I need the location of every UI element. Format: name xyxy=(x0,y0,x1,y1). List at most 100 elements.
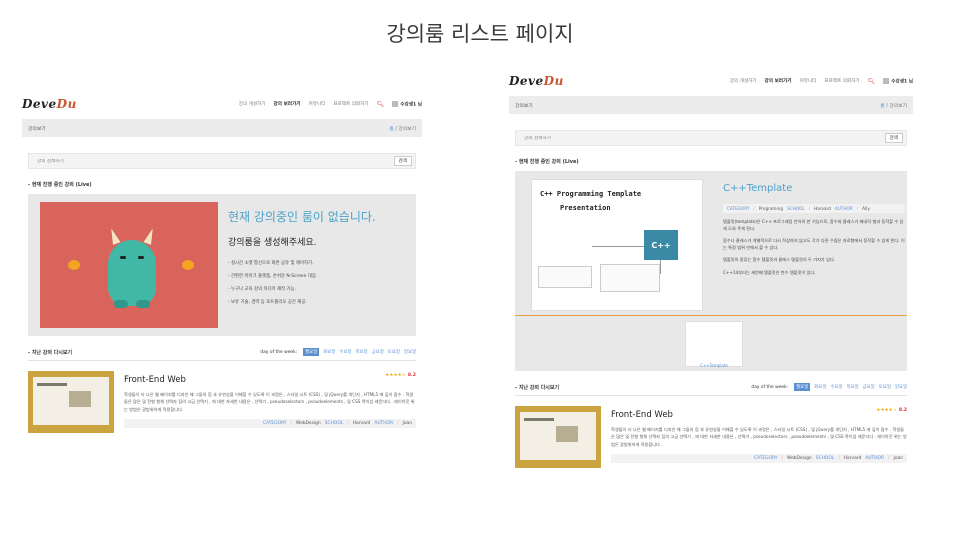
course-search: 검색 xyxy=(28,153,416,169)
nav-item-open-course[interactable]: 강의 개설하기 xyxy=(730,78,757,84)
day-tab-mon[interactable]: 월요일 xyxy=(303,348,320,356)
day-tab-thu[interactable]: 목요일 xyxy=(356,349,368,355)
course-meta: CATEGORY / WebDesign SCHOOL / Harvard AUTHOR… xyxy=(124,419,416,429)
day-tab-sat[interactable]: 토요일 xyxy=(388,349,400,355)
feature-item: - 실시간 소켓 통신으로 화면 공유 및 제어하기. xyxy=(228,261,314,266)
day-tab-thu[interactable]: 목요일 xyxy=(847,384,859,390)
day-tab-sat[interactable]: 토요일 xyxy=(879,384,891,390)
day-tab-wed[interactable]: 수요일 xyxy=(830,384,842,390)
bee-left-icon xyxy=(68,260,80,270)
user-icon xyxy=(883,77,890,84)
live-panel: 현재 강의중인 룸이 없습니다. 강의룸을 생성해주세요. - 실시간 소켓 통… xyxy=(28,194,416,336)
meta-school-key: SCHOOL xyxy=(787,206,805,211)
feature-item: - 누구나 교육 강의 미디어 제작 가능. xyxy=(228,287,296,292)
foot-left-icon xyxy=(114,300,128,308)
meta-category-value: WebDesign xyxy=(786,456,812,462)
search-button[interactable]: 검색 xyxy=(393,156,412,166)
live-course-title[interactable]: C++Template xyxy=(723,183,905,194)
day-tab-mon[interactable]: 월요일 xyxy=(794,383,811,391)
user-menu[interactable]: 수강생1 님 xyxy=(883,77,913,84)
live-section-heading: - 현재 진행 중인 강의 (Live) xyxy=(515,159,579,165)
day-tab-fri[interactable]: 금요일 xyxy=(372,349,384,355)
course-info: Front-End Web ★★★★☆ 8.2 학생들이 더 나은 웹 페이지를 … xyxy=(124,371,416,433)
meta-author-value: Joan xyxy=(402,421,412,427)
eye-right-icon xyxy=(138,256,144,259)
horn-left-icon xyxy=(107,227,121,245)
breadcrumb-sep: / xyxy=(395,126,397,132)
logo-part-a: Deve xyxy=(509,74,544,88)
search-icon[interactable]: 🔍︎ xyxy=(377,101,385,108)
page-title: 강의보기 xyxy=(28,126,46,132)
course-thumbnail[interactable] xyxy=(515,406,601,468)
course-thumbnail[interactable] xyxy=(28,371,114,433)
day-filter-label: day of the week: xyxy=(260,349,298,355)
meta-author-key: AUTHOR xyxy=(834,206,853,211)
monster-illustration xyxy=(40,202,218,328)
past-section-header: - 지난 강의 다시보기 day of the week: 월요일 화요일 수요… xyxy=(28,348,416,361)
course-description: 학생들이 더 나은 웹 페이지를 디자인 해 그들의 힘 과 유연성을 이해할 … xyxy=(611,427,907,447)
star-icon: ★★★★☆ xyxy=(876,408,897,413)
user-menu[interactable]: 수강생1 님 xyxy=(392,100,422,107)
breadcrumb-home[interactable]: 홈 xyxy=(880,104,884,109)
nav-item-watch-course[interactable]: 강의 보러가기 xyxy=(274,101,301,107)
logo-part-b: Du xyxy=(543,74,564,88)
nav-item-watch-course[interactable]: 강의 보러가기 xyxy=(765,78,792,84)
site-logo[interactable]: DeveDu xyxy=(22,97,77,111)
live-course-paragraph: 템플릿의 종류는 함수 템플릿과 클래스 템플릿의 두 가지가 있다. xyxy=(723,257,836,263)
meta-category-value: Programing xyxy=(758,206,783,211)
course-card[interactable]: Front-End Web ★★★★☆ 8.2 학생들이 더 나은 웹 페이지를 … xyxy=(515,406,907,468)
breadcrumb-home[interactable]: 홈 xyxy=(389,127,393,132)
feature-item: - 보유 기술, 경력 등 포트폴리오 공간 제공. xyxy=(228,300,307,305)
nav-item-project-request[interactable]: 프로젝트 의뢰하기 xyxy=(333,101,368,107)
day-tab-tue[interactable]: 화요일 xyxy=(323,349,335,355)
live-empty-text: 현재 강의중인 룸이 없습니다. 강의룸을 생성해주세요. - 실시간 소켓 통… xyxy=(228,208,376,336)
nav-item-project-request[interactable]: 프로젝트 의뢰하기 xyxy=(824,78,859,84)
top-nav: DeveDu 강의 개설하기 강의 보러가기 커뮤니티 프로젝트 의뢰하기 🔍︎… xyxy=(22,93,422,115)
meta-school-value: Harvard xyxy=(843,456,862,462)
feature-item: - 간편한 마이크 플랫폼, 손쉬운 N-Screen 대응. xyxy=(228,274,318,279)
mockup-live-course: DeveDu 강의 개설하기 강의 보러가기 커뮤니티 프로젝트 의뢰하기 🔍︎… xyxy=(509,70,913,490)
search-button[interactable]: 검색 xyxy=(884,133,903,143)
day-filter-label: day of the week: xyxy=(751,384,789,390)
breadcrumb-current: 강의보기 xyxy=(889,103,907,109)
meta-category-key: CATEGORY xyxy=(727,206,750,211)
cpp-slide-preview[interactable]: C++ Programming Template Presentation C+… xyxy=(531,179,703,311)
meta-school-key: SCHOOL xyxy=(815,456,835,462)
cpp-cube-icon: C++ xyxy=(644,230,678,260)
meta-author-value: Ally xyxy=(862,206,870,211)
star-icon: ★★★★☆ xyxy=(385,373,406,378)
day-tab-sun[interactable]: 일요일 xyxy=(895,384,907,390)
course-meta: CATEGORY / WebDesign SCHOOL / Harvard AUTHOR… xyxy=(611,454,907,464)
day-tab-sun[interactable]: 일요일 xyxy=(404,349,416,355)
slide-title-line1: C++ Programming Template xyxy=(540,190,642,198)
course-title[interactable]: Front-End Web xyxy=(124,375,416,385)
site-logo[interactable]: DeveDu xyxy=(509,74,564,88)
live-section-heading: - 현재 진행 중인 강의 (Live) xyxy=(28,182,92,188)
day-tab-wed[interactable]: 수요일 xyxy=(339,349,351,355)
nav-menu: 강의 개설하기 강의 보러가기 커뮤니티 프로젝트 의뢰하기 🔍︎ 수강생1 님 xyxy=(239,101,422,108)
past-section-heading: - 지난 강의 다시보기 xyxy=(28,349,73,356)
monster-icon xyxy=(108,240,156,308)
search-input[interactable] xyxy=(37,158,337,164)
nav-item-community[interactable]: 커뮤니티 xyxy=(308,101,325,107)
cpp-mini-thumbnail[interactable] xyxy=(685,321,743,367)
page-title: 강의보기 xyxy=(515,103,533,109)
meta-school-key: SCHOOL xyxy=(324,421,344,427)
rating-score: 8.2 xyxy=(407,373,416,378)
course-title[interactable]: Front-End Web xyxy=(611,410,907,420)
course-rating: ★★★★☆ 8.2 xyxy=(385,373,416,378)
live-course-info: C++Template CATEGORY / Programing SCHOOL / H… xyxy=(723,183,905,277)
live-empty-subtitle: 강의룸을 생성해주세요. xyxy=(228,238,317,248)
search-input[interactable] xyxy=(524,135,824,141)
breadcrumb-bar: 강의보기 홈 / 강의보기 xyxy=(509,96,913,114)
day-filter: day of the week: 월요일 화요일 수요일 목요일 금요일 토요일… xyxy=(260,348,416,356)
nav-item-community[interactable]: 커뮤니티 xyxy=(799,78,816,84)
day-tab-fri[interactable]: 금요일 xyxy=(863,384,875,390)
mini-thumbnail-caption: C++Template xyxy=(700,363,728,368)
meta-author-value: Joan xyxy=(893,456,903,462)
search-icon[interactable]: 🔍︎ xyxy=(868,78,876,85)
nav-item-open-course[interactable]: 강의 개설하기 xyxy=(239,101,266,107)
course-card[interactable]: Front-End Web ★★★★☆ 8.2 학생들이 더 나은 웹 페이지를 … xyxy=(28,371,416,433)
bee-right-icon xyxy=(182,260,194,270)
day-tab-tue[interactable]: 화요일 xyxy=(814,384,826,390)
